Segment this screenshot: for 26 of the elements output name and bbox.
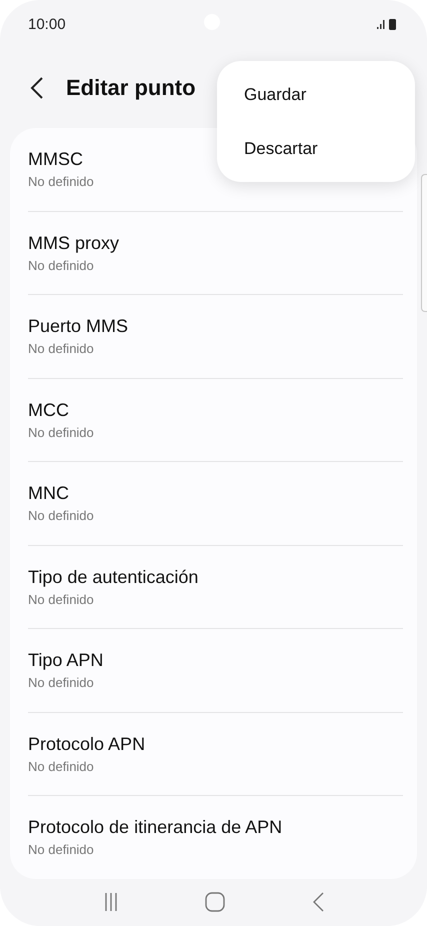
setting-value: No definido [28,424,95,440]
recent-apps-icon[interactable] [104,892,118,912]
setting-label[interactable]: MCC [28,400,403,421]
setting-value: No definido [28,341,95,356]
setting-label[interactable]: Puerto MMS [28,316,403,338]
setting-label[interactable]: Tipo APN [28,650,403,672]
setting-label[interactable]: Protocolo APN [28,734,403,755]
setting-value: No definido [28,174,95,190]
setting-label[interactable]: MMS proxy [28,232,403,254]
setting-value: No definido [28,592,95,607]
setting-value: No definido [28,675,95,690]
back-nav-icon[interactable] [312,892,324,912]
setting-value: No definido [28,258,95,273]
signal-battery-icon [377,18,399,30]
menu-item[interactable]: Guardar [244,84,415,104]
setting-label[interactable]: Protocolo de itinerancia de APN [28,817,403,838]
page-title: Editar punto [66,75,196,101]
status-time: 10:00 [28,16,66,32]
setting-value: No definido [28,508,95,524]
home-icon[interactable] [204,892,224,912]
back-icon[interactable] [30,77,44,99]
setting-value: No definido [28,758,95,774]
setting-label[interactable]: MNC [28,483,403,504]
setting-label[interactable]: Tipo de autenticación [28,566,403,588]
menu-item[interactable]: Descartar [244,138,415,158]
setting-value: No definido [28,842,95,858]
